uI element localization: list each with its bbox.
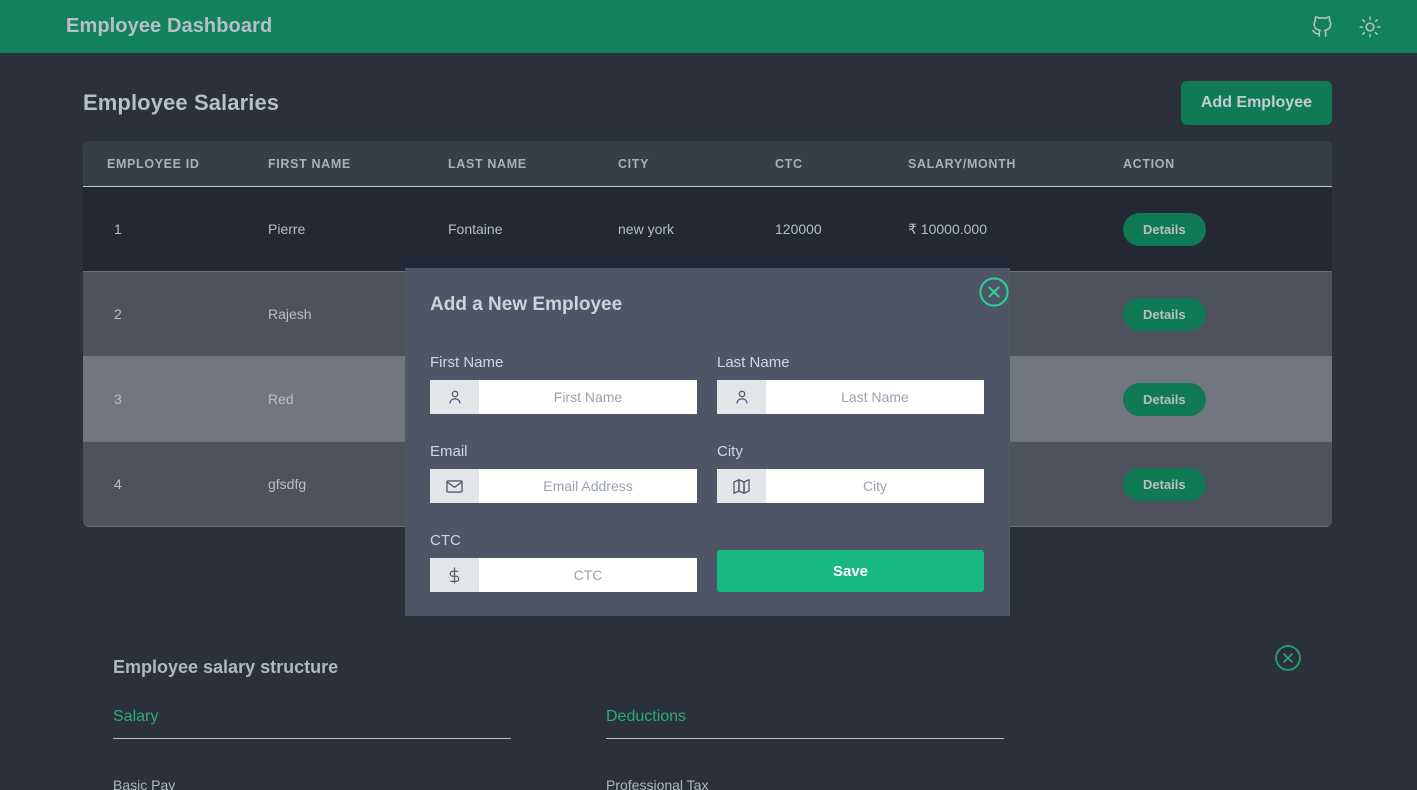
email-field: Email (430, 443, 697, 503)
add-employee-modal: Add a New Employee First Name Last Name (405, 268, 1010, 616)
deductions-section-heading: Deductions (606, 708, 1004, 739)
map-icon (717, 469, 766, 503)
last-name-input-group (717, 380, 984, 414)
ctc-input[interactable] (479, 558, 697, 592)
salary-columns: Salary Basic Pay ₹ Deductions Profession… (113, 708, 1300, 790)
column-header-action: ACTION (1123, 141, 1332, 187)
navbar-actions (1309, 14, 1383, 40)
section-header: Employee Salaries Add Employee (0, 53, 1417, 129)
person-icon (717, 380, 766, 414)
envelope-icon (430, 469, 479, 503)
city-label: City (717, 443, 743, 460)
salary-panel-title: Employee salary structure (113, 657, 339, 677)
first-name-input[interactable] (479, 380, 697, 414)
table-head: EMPLOYEE ID FIRST NAME LAST NAME CITY CT… (83, 141, 1332, 187)
first-name-field: First Name (430, 354, 697, 414)
column-header-salary-month: SALARY/MONTH (908, 141, 1123, 187)
column-header-first-name: FIRST NAME (268, 141, 448, 187)
cell-last-name: Fontaine (448, 186, 618, 272)
salary-column: Salary Basic Pay ₹ (113, 708, 606, 790)
cell-employee-id: 2 (83, 271, 268, 357)
column-header-employee-id: EMPLOYEE ID (83, 141, 268, 187)
page-content: Employee Salaries Add Employee EMPLOYEE … (0, 53, 1417, 790)
email-label: Email (430, 443, 468, 460)
email-input[interactable] (479, 469, 697, 503)
save-button[interactable]: Save (717, 550, 984, 592)
details-button[interactable]: Details (1123, 382, 1206, 416)
cell-action: Details (1123, 441, 1332, 527)
cell-city: new york (618, 186, 775, 272)
add-employee-button[interactable]: Add Employee (1180, 81, 1332, 125)
city-input-group (717, 469, 984, 503)
table-header-row: EMPLOYEE ID FIRST NAME LAST NAME CITY CT… (83, 141, 1332, 187)
email-input-group (430, 469, 697, 503)
table-row[interactable]: 1 Pierre Fontaine new york 120000 ₹ 1000… (83, 186, 1332, 272)
first-name-label: First Name (430, 354, 504, 371)
cell-action: Details (1123, 271, 1332, 357)
app-brand-title: Employee Dashboard (66, 15, 273, 37)
modal-row-ctc-save: CTC Save (430, 532, 985, 592)
cell-ctc: 120000 (775, 186, 908, 272)
first-name-input-group (430, 380, 697, 414)
cell-employee-id: 1 (83, 186, 268, 272)
close-circle-icon[interactable] (1274, 644, 1302, 672)
column-header-last-name: LAST NAME (448, 141, 618, 187)
last-name-field: Last Name (717, 354, 984, 414)
city-field: City (717, 443, 984, 503)
cell-salary-month: ₹ 10000.000 (908, 186, 1123, 272)
person-icon (430, 380, 479, 414)
last-name-input[interactable] (766, 380, 984, 414)
deductions-column: Deductions Professional Tax ₹ (606, 708, 1099, 790)
ctc-field: CTC (430, 532, 697, 592)
github-icon[interactable] (1309, 14, 1335, 40)
page-title: Employee Salaries (83, 90, 280, 115)
details-button[interactable]: Details (1123, 297, 1206, 331)
column-header-ctc: CTC (775, 141, 908, 187)
close-circle-icon[interactable] (978, 276, 1010, 308)
last-name-label: Last Name (717, 354, 790, 371)
modal-row-names: First Name Last Name (430, 354, 985, 414)
basic-pay-label: Basic Pay (113, 777, 176, 790)
cell-first-name: Pierre (268, 186, 448, 272)
city-input[interactable] (766, 469, 984, 503)
details-button[interactable]: Details (1123, 467, 1206, 501)
details-button[interactable]: Details (1123, 212, 1206, 246)
cell-action: Details (1123, 356, 1332, 442)
cell-action: Details (1123, 186, 1332, 272)
salary-structure-panel: Employee salary structure Salary Basic P… (85, 630, 1328, 790)
top-navbar: Employee Dashboard (0, 0, 1417, 53)
cell-employee-id: 3 (83, 356, 268, 442)
modal-title: Add a New Employee (430, 294, 623, 315)
dollar-icon (430, 558, 479, 592)
sun-icon[interactable] (1357, 14, 1383, 40)
save-button-wrapper: Save (717, 532, 984, 592)
salary-section-heading: Salary (113, 708, 511, 739)
professional-tax-label: Professional Tax (606, 777, 709, 790)
ctc-input-group (430, 558, 697, 592)
ctc-label: CTC (430, 532, 461, 549)
cell-employee-id: 4 (83, 441, 268, 527)
column-header-city: CITY (618, 141, 775, 187)
modal-row-email-city: Email City (430, 443, 985, 503)
